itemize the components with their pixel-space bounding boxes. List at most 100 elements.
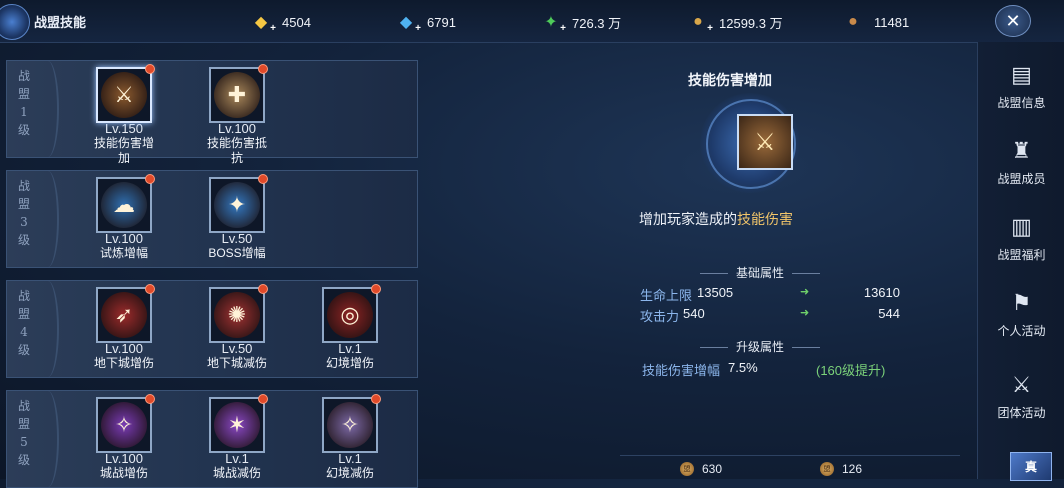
guild-coin-icon: 盟 <box>680 462 694 476</box>
notification-dot-icon <box>145 394 155 404</box>
close-button[interactable]: ✕ <box>995 5 1031 37</box>
resource-blue-diamond[interactable]: ◆ + 6791 <box>395 12 456 34</box>
skill-description: 增加玩家造成的技能伤害 <box>639 211 793 227</box>
skill-glyph-icon: ✺ <box>227 302 247 327</box>
skill-card[interactable]: ➶ Lv.100 地下城增伤 <box>89 284 159 371</box>
upgrade-value: 7.5% <box>728 360 758 375</box>
skill-level: Lv.100 <box>104 451 144 466</box>
skill-icon: ⚔ <box>96 64 155 123</box>
cost-item: 盟 630 <box>680 462 722 476</box>
upgrade-note: (160级提升) <box>816 363 886 378</box>
helmet-icon: ♜ <box>1011 138 1032 163</box>
tier-label: 战盟5级 <box>17 399 30 467</box>
skill-card[interactable]: ✶ Lv.1 城战减伤 <box>202 394 272 481</box>
green-crystal-icon: ✦ + <box>544 14 566 34</box>
skill-icon: ✚ <box>209 64 268 123</box>
skill-tier-row: 战盟 3 级 ☁ Lv.100 试炼增幅 ✦ Lv.50 BOSS增幅 <box>6 170 418 268</box>
top-bar: 战盟技能 ◆ + 4504 ◆ + 6791 ✦ + 726.3 万 ● + 12599… <box>0 0 1064 43</box>
skill-name: 地下城减伤 <box>206 356 267 370</box>
stat-row-attack: 攻击力 540 ➜ 544 <box>640 306 900 324</box>
skill-level: Lv.50 <box>221 341 253 356</box>
guild-coin-icon: 盟 <box>820 462 834 476</box>
skill-glyph-icon: ✚ <box>227 82 247 107</box>
skill-icon: ✧ <box>96 394 155 453</box>
nav-personal-activity[interactable]: ⚑ 个人活动 <box>978 288 1064 339</box>
tier-label: 战盟4级 <box>17 289 30 357</box>
notification-dot-icon <box>258 284 268 294</box>
skill-glyph-icon: ⚔ <box>114 82 134 107</box>
upgrade-attributes-heading: 升级属性 <box>680 338 840 355</box>
page-title: 战盟技能 <box>34 16 87 31</box>
nav-guild-members[interactable]: ♜ 战盟成员 <box>978 136 1064 187</box>
stat-label: 攻击力 <box>640 309 680 324</box>
upgrade-row: 技能伤害增幅 7.5% (160级提升) <box>642 360 902 378</box>
skill-card[interactable]: ✧ Lv.100 城战增伤 <box>89 394 159 481</box>
tier-divider <box>37 171 59 267</box>
skill-level: Lv.100 <box>104 231 144 246</box>
skill-glyph-icon: ✧ <box>114 412 134 437</box>
skill-icon: ◎ <box>322 284 381 343</box>
skill-glyph-icon: ✧ <box>340 412 360 437</box>
skill-tier-row: 战盟 4 级 ➶ Lv.100 地下城增伤 ✺ Lv.50 地下城减伤 ◎ Lv.1 幻境增伤 <box>6 280 418 378</box>
stat-current: 13505 <box>697 285 734 300</box>
right-nav: ▤ 战盟信息 ♜ 战盟成员 ▥ 战盟福利 ⚑ 个人活动 ⚔ 团体活动 <box>977 42 1064 479</box>
skill-level: Lv.50 <box>221 231 253 246</box>
skill-name: 幻境增伤 <box>325 356 374 370</box>
nav-guild-info[interactable]: ▤ 战盟信息 <box>978 60 1064 111</box>
skill-level: Lv.150 <box>104 121 144 136</box>
selected-skill-icon: ⚔ <box>737 114 793 170</box>
skill-card[interactable]: ✚ Lv.100 技能伤害抵抗 <box>202 64 272 166</box>
skill-card[interactable]: ✧ Lv.1 幻境减伤 <box>315 394 385 481</box>
stat-current: 540 <box>683 306 705 321</box>
skill-name: 技能伤害抵抗 <box>206 136 267 165</box>
crossed-swords-icon: ⚔ <box>1011 372 1032 397</box>
notification-dot-icon <box>145 64 155 74</box>
nav-guild-welfare[interactable]: ▥ 战盟福利 <box>978 212 1064 263</box>
skill-level: Lv.100 <box>217 121 257 136</box>
skill-name: 技能伤害增加 <box>93 136 154 165</box>
skill-level: Lv.1 <box>225 451 249 466</box>
notification-dot-icon <box>371 394 381 404</box>
skill-card[interactable]: ⚔ Lv.150 技能伤害增加 <box>89 64 159 166</box>
resource-gold-coin[interactable]: ● + 12599.3 万 <box>687 12 782 34</box>
skill-glyph-icon: ✦ <box>227 192 247 217</box>
skill-card[interactable]: ◎ Lv.1 幻境增伤 <box>315 284 385 371</box>
skill-glyph-icon: ✶ <box>227 412 247 437</box>
skill-card[interactable]: ☁ Lv.100 试炼增幅 <box>89 174 159 261</box>
arrow-right-icon: ➜ <box>800 286 810 298</box>
nav-group-activity[interactable]: ⚔ 团体活动 <box>978 370 1064 421</box>
nav-corner-badge[interactable]: 真 <box>1010 452 1052 481</box>
skill-card[interactable]: ✺ Lv.50 地下城减伤 <box>202 284 272 371</box>
skill-name: 试炼增幅 <box>99 246 148 260</box>
skill-level: Lv.100 <box>104 341 144 356</box>
skill-detail-title: 技能伤害增加 <box>688 73 772 89</box>
stat-row-hp: 生命上限 13505 ➜ 13610 <box>640 285 900 303</box>
resource-green-crystal[interactable]: ✦ + 726.3 万 <box>540 12 621 34</box>
tier-divider <box>37 281 59 377</box>
notification-dot-icon <box>258 64 268 74</box>
blue-diamond-icon: ◆ + <box>399 14 421 34</box>
skill-glyph-icon: ◎ <box>340 302 360 327</box>
skill-tier-row: 战盟 1 级 ⚔ Lv.150 技能伤害增加 ✚ Lv.100 技能伤害抵抗 <box>6 60 418 165</box>
gift-icon: ▥ <box>1011 214 1032 239</box>
banner-icon: ⚑ <box>1011 290 1032 315</box>
skill-icon: ✺ <box>209 284 268 343</box>
guild-emblem-icon <box>0 4 30 40</box>
skill-icon: ✶ <box>209 394 268 453</box>
skill-icon: ➶ <box>96 284 155 343</box>
skill-name: 地下城增伤 <box>93 356 154 370</box>
gold-coin-icon: ● + <box>693 13 713 34</box>
skill-name: BOSS增幅 <box>208 246 266 260</box>
arrow-right-icon: ➜ <box>800 307 810 319</box>
scroll-icon: ▤ <box>1011 62 1032 87</box>
notification-dot-icon <box>145 284 155 294</box>
skill-icon: ✧ <box>322 394 381 453</box>
stat-label: 生命上限 <box>640 288 693 303</box>
skill-card[interactable]: ✦ Lv.50 BOSS增幅 <box>202 174 272 261</box>
resource-gold-diamond[interactable]: ◆ + 4504 <box>250 12 311 34</box>
stat-next: 13610 <box>863 285 900 300</box>
stat-next: 544 <box>878 306 900 321</box>
skill-level: Lv.1 <box>338 451 362 466</box>
resource-guild-coin[interactable]: ● 11481 <box>842 12 909 32</box>
skill-level: Lv.1 <box>338 341 362 356</box>
